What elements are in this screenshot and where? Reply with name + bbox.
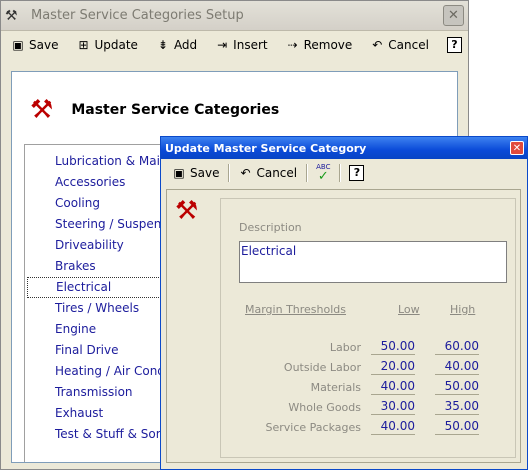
labor-high-field[interactable]: 60.00	[435, 339, 479, 355]
help-button[interactable]: ?	[442, 34, 467, 56]
threshold-label-service-packages: Service Packages	[265, 421, 361, 434]
update-icon: ⊞	[78, 37, 89, 52]
heading-row: ⚒ Master Service Categories	[30, 97, 279, 123]
dialog-close-button[interactable]: ✕	[510, 141, 524, 155]
form-panel: Description Electrical Margin Thresholds…	[220, 198, 516, 458]
low-column-header: Low	[398, 303, 420, 316]
description-field[interactable]: Electrical	[239, 241, 507, 283]
tools-icon: ⚒	[5, 7, 18, 24]
main-window-title: Master Service Categories Setup	[31, 8, 244, 23]
remove-row-icon: ⇢	[287, 37, 298, 52]
update-dialog: Update Master Service Category ✕ ▣ Save …	[160, 136, 528, 470]
help-icon: ?	[446, 36, 462, 53]
add-label: Add	[173, 37, 198, 52]
high-column-header: High	[450, 303, 476, 316]
cancel-button[interactable]: ↶ Cancel	[365, 34, 434, 56]
materials-low-field[interactable]: 40.00	[371, 379, 415, 395]
remove-label: Remove	[303, 37, 353, 52]
threshold-label-outside-labor: Outside Labor	[283, 361, 361, 374]
main-title-bar[interactable]: ⚒ Master Service Categories Setup ✕	[1, 1, 468, 31]
dialog-save-label: Save	[190, 165, 220, 180]
spellcheck-button[interactable]: ABC ✓	[311, 162, 335, 184]
cancel-label: Cancel	[388, 37, 429, 52]
save-button[interactable]: ▣ Save	[6, 34, 63, 56]
dialog-cancel-button[interactable]: ↶ Cancel	[233, 162, 302, 184]
insert-button[interactable]: ⇥ Insert	[210, 34, 272, 56]
toolbar-separator	[228, 163, 230, 182]
margin-thresholds-header: Margin Thresholds	[245, 303, 347, 316]
help-icon: ?	[349, 164, 365, 181]
tools-icon: ⚒	[175, 196, 199, 226]
dialog-body: ⚒ Description Electrical Margin Threshol…	[166, 189, 521, 463]
floppy-disk-icon: ▣	[12, 37, 24, 52]
whole-goods-high-field[interactable]: 35.00	[435, 399, 479, 415]
dialog-toolbar: ▣ Save ↶ Cancel ABC ✓ ?	[161, 159, 527, 186]
toolbar-separator	[306, 163, 308, 182]
materials-high-field[interactable]: 50.00	[435, 379, 479, 395]
labor-low-field[interactable]: 50.00	[371, 339, 415, 355]
save-label: Save	[29, 37, 59, 52]
checkmark-icon: ✓	[317, 168, 329, 184]
spellcheck-icon: ABC ✓	[316, 163, 330, 183]
dialog-save-button[interactable]: ▣ Save	[167, 162, 224, 184]
dialog-cancel-label: Cancel	[256, 165, 298, 180]
tools-icon: ⚒	[30, 95, 54, 125]
undo-icon: ↶	[372, 37, 383, 52]
dialog-title-bar[interactable]: Update Master Service Category ✕	[161, 137, 527, 159]
update-label: Update	[94, 37, 138, 52]
whole-goods-low-field[interactable]: 30.00	[371, 399, 415, 415]
threshold-label-materials: Materials	[310, 381, 361, 394]
dialog-help-button[interactable]: ?	[344, 162, 369, 184]
description-label: Description	[239, 221, 302, 234]
main-close-button[interactable]: ✕	[443, 5, 464, 26]
threshold-label-whole-goods: Whole Goods	[288, 401, 361, 414]
outside-labor-low-field[interactable]: 20.00	[371, 359, 415, 375]
toolbar-separator	[339, 163, 341, 182]
remove-button[interactable]: ⇢ Remove	[281, 34, 358, 56]
add-button[interactable]: ⇟ Add	[151, 34, 202, 56]
page-title: Master Service Categories	[71, 102, 280, 118]
update-button[interactable]: ⊞ Update	[71, 34, 142, 56]
insert-label: Insert	[233, 37, 268, 52]
threshold-label-labor: Labor	[329, 341, 361, 354]
add-row-icon: ⇟	[157, 37, 168, 52]
undo-icon: ↶	[240, 165, 251, 180]
service-packages-low-field[interactable]: 40.00	[371, 419, 415, 435]
floppy-disk-icon: ▣	[173, 165, 185, 180]
insert-row-icon: ⇥	[217, 37, 228, 52]
dialog-title: Update Master Service Category	[165, 141, 367, 155]
service-packages-high-field[interactable]: 50.00	[435, 419, 479, 435]
main-toolbar: ▣ Save ⊞ Update ⇟ Add ⇥ Insert ⇢ Remove …	[1, 31, 468, 58]
outside-labor-high-field[interactable]: 40.00	[435, 359, 479, 375]
